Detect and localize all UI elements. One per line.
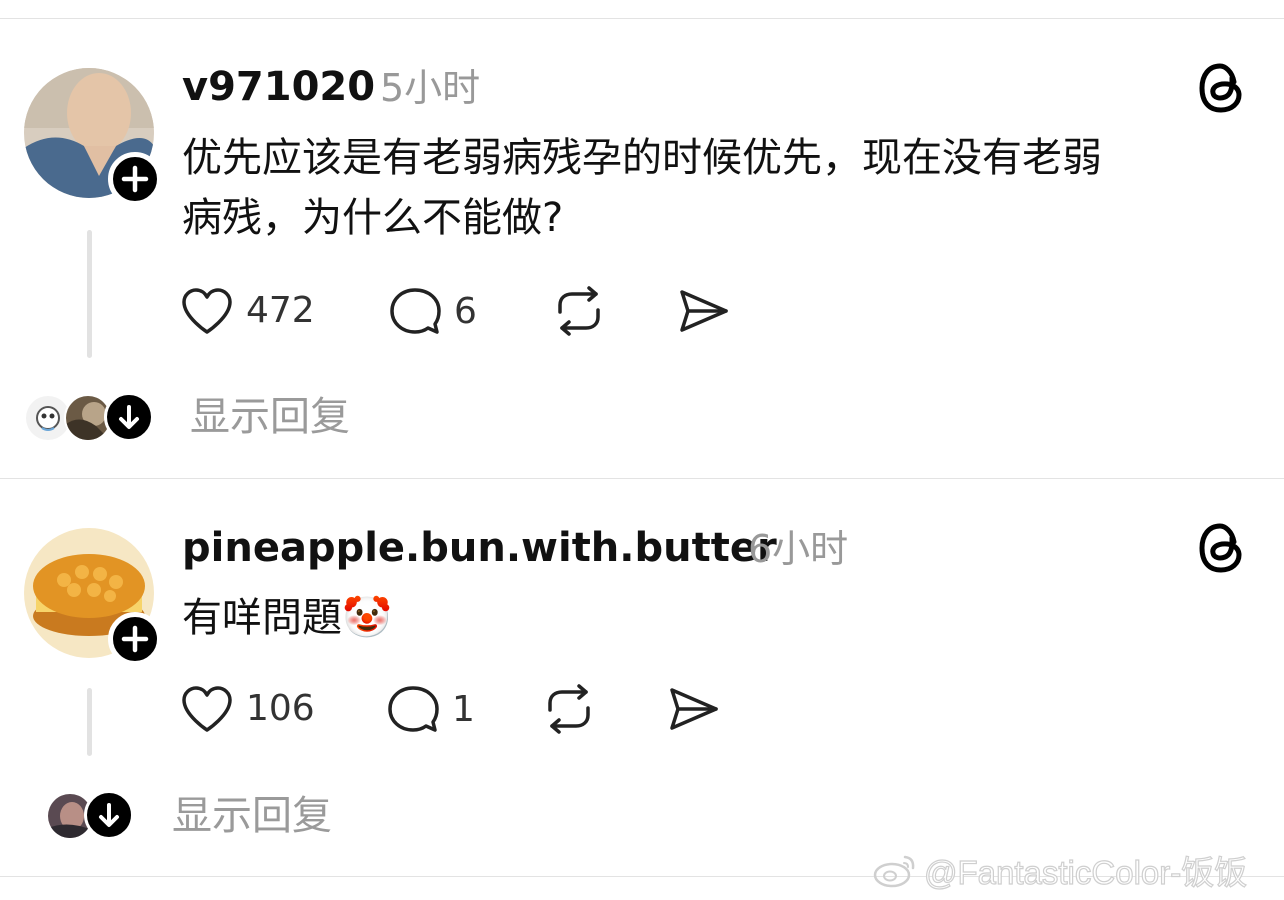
comment-bubble-icon — [388, 686, 439, 732]
post-timestamp: 5小时 — [380, 66, 481, 110]
repost-button[interactable] — [542, 684, 596, 734]
heart-icon — [182, 288, 232, 334]
top-divider — [0, 18, 1284, 19]
expand-replies-button[interactable] — [104, 392, 154, 442]
send-icon — [680, 290, 728, 332]
threads-logo-icon[interactable] — [1198, 522, 1244, 574]
arrow-down-icon — [119, 405, 139, 429]
expand-replies-button[interactable] — [84, 790, 134, 840]
comment-count: 6 — [454, 291, 477, 332]
username[interactable]: v971020 — [182, 67, 375, 107]
like-button[interactable]: 472 — [180, 286, 315, 336]
repost-icon — [558, 286, 600, 336]
show-replies-link[interactable]: 显示回复 — [172, 796, 332, 836]
like-count: 106 — [246, 688, 315, 729]
follow-button[interactable] — [108, 612, 162, 666]
plus-icon — [121, 165, 149, 193]
watermark: @FantasticColor-饭饭 — [872, 846, 1248, 894]
plus-icon — [121, 625, 149, 653]
watermark-text: @FantasticColor-饭饭 — [923, 853, 1248, 891]
arrow-down-icon — [99, 803, 119, 827]
share-button[interactable] — [666, 684, 720, 734]
post-text-line: 优先应该是有老弱病残孕的时候优先，现在没有老弱 — [182, 135, 1102, 181]
post-text-line: 有咩問題🤡 — [182, 595, 392, 641]
send-icon — [670, 688, 718, 730]
repost-icon — [548, 684, 590, 734]
post-divider — [0, 478, 1284, 479]
post-text-line: 病残，为什么不能做? — [182, 195, 564, 241]
comment-bubble-icon — [390, 288, 441, 334]
like-count: 472 — [246, 290, 315, 331]
thread-line — [87, 688, 92, 756]
share-button[interactable] — [676, 286, 730, 336]
show-replies-link[interactable]: 显示回复 — [190, 397, 350, 437]
weibo-logo-icon — [873, 855, 915, 888]
comment-button[interactable]: 6 — [388, 286, 477, 338]
post-timestamp: 6小时 — [748, 527, 849, 571]
heart-icon — [182, 686, 232, 732]
follow-button[interactable] — [108, 152, 162, 206]
like-button[interactable]: 106 — [180, 684, 315, 734]
threads-logo-icon[interactable] — [1198, 62, 1244, 114]
repost-button[interactable] — [552, 286, 606, 336]
thread-line — [87, 230, 92, 358]
username[interactable]: pineapple.bun.with.butter — [182, 528, 777, 568]
comment-button[interactable]: 1 — [386, 684, 475, 736]
comment-count: 1 — [452, 689, 475, 730]
